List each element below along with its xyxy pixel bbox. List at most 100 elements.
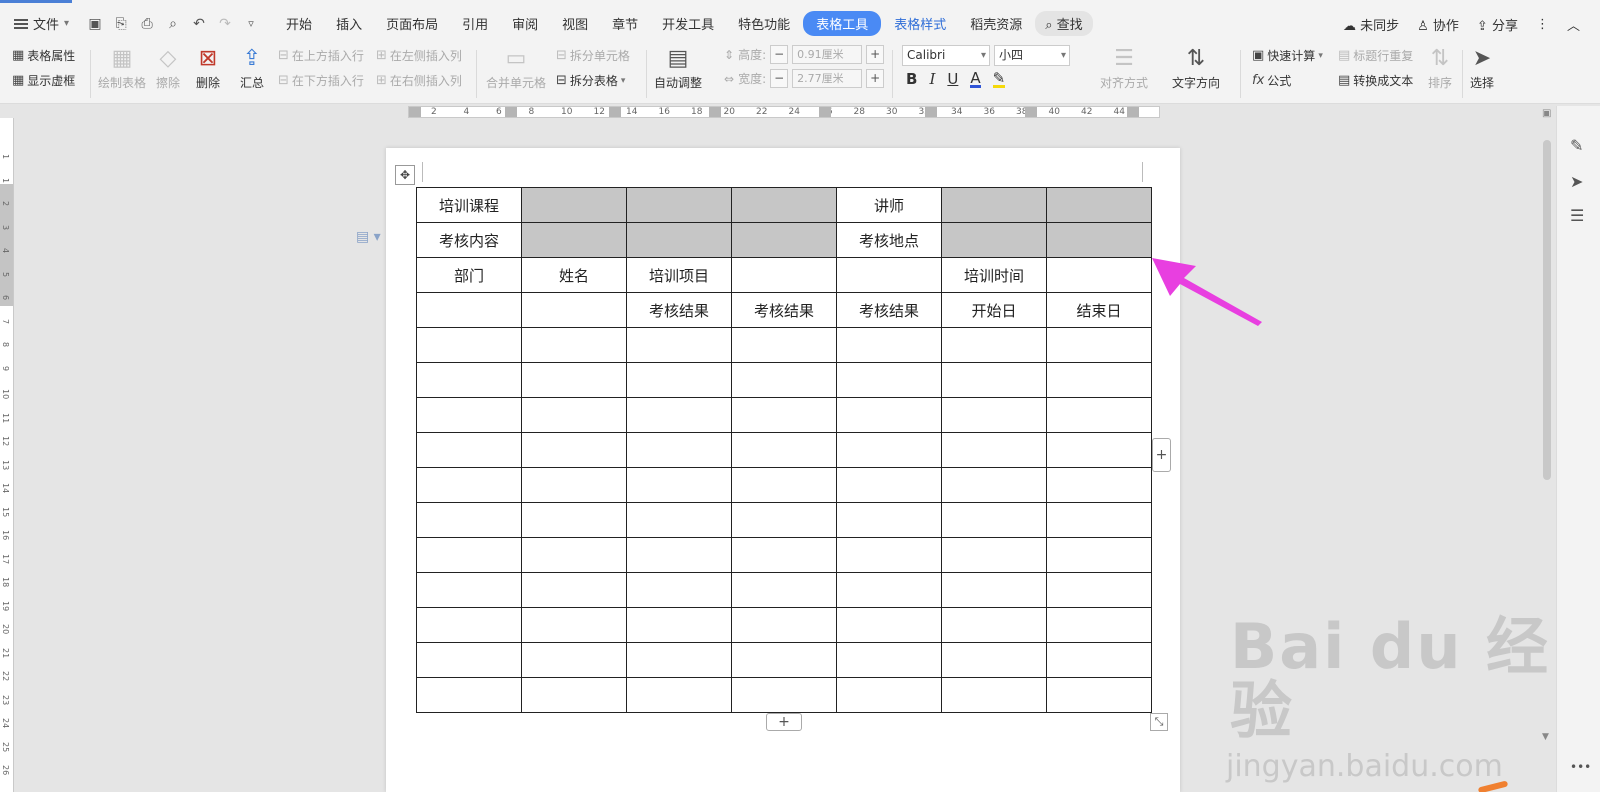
table-cell[interactable] xyxy=(416,607,522,643)
share-button[interactable]: ⇪ 分享 xyxy=(1477,15,1518,34)
table-cell[interactable] xyxy=(416,537,522,573)
table-cell[interactable] xyxy=(1046,642,1152,678)
draw-table-button[interactable]: ▦ 绘制表格 xyxy=(98,46,146,91)
formula-button[interactable]: fx 公式 xyxy=(1252,72,1291,89)
save-icon[interactable]: ▣ xyxy=(87,16,103,32)
table-cell[interactable]: 开始日 xyxy=(941,292,1047,328)
add-row-button[interactable]: + xyxy=(766,713,802,731)
settings-sliders-icon[interactable]: ☰ xyxy=(1570,206,1584,225)
tab-page-layout[interactable]: 页面布局 xyxy=(375,11,449,36)
insert-col-left-button[interactable]: ⊞ 在左侧插入列 xyxy=(376,47,462,64)
table-cell[interactable] xyxy=(731,572,837,608)
table-cell[interactable] xyxy=(731,642,837,678)
table-cell[interactable] xyxy=(1046,607,1152,643)
table-cell[interactable] xyxy=(836,572,942,608)
bold-button[interactable]: B xyxy=(906,70,917,88)
table-cell[interactable] xyxy=(626,362,732,398)
tab-references[interactable]: 引用 xyxy=(451,11,499,36)
table-cell[interactable] xyxy=(521,502,627,538)
highlight-icon[interactable]: ✎ xyxy=(992,70,1006,88)
ruler-column-marker[interactable] xyxy=(409,107,421,117)
row-height-decrease[interactable]: − xyxy=(770,45,789,64)
table-cell[interactable] xyxy=(626,222,732,258)
table-cell[interactable] xyxy=(836,537,942,573)
table-cell[interactable] xyxy=(731,187,837,223)
table-cell[interactable] xyxy=(521,677,627,713)
table-cell[interactable] xyxy=(731,397,837,433)
table-cell[interactable] xyxy=(416,292,522,328)
table-cell[interactable] xyxy=(941,502,1047,538)
table-cell[interactable]: 考核地点 xyxy=(836,222,942,258)
tab-developer[interactable]: 开发工具 xyxy=(651,11,725,36)
split-cells-button[interactable]: ⊟ 拆分单元格 xyxy=(556,47,630,64)
ruler-column-marker[interactable] xyxy=(709,107,721,117)
summary-button[interactable]: ⇪ 汇总 xyxy=(240,46,264,91)
erase-button[interactable]: ◇ 擦除 xyxy=(156,46,180,91)
table-cell[interactable] xyxy=(1046,327,1152,363)
redo-icon[interactable]: ↷ xyxy=(217,16,233,32)
table-cell[interactable] xyxy=(731,327,837,363)
insert-row-below-button[interactable]: ⊟ 在下方插入行 xyxy=(278,72,364,89)
auto-fit-button[interactable]: ▤ 自动调整 xyxy=(654,46,702,91)
table-cell[interactable] xyxy=(941,397,1047,433)
underline-button[interactable]: U xyxy=(947,70,958,88)
horizontal-ruler[interactable]: 2468101214161820222426283032343638404244 xyxy=(408,106,1160,118)
table-cell[interactable] xyxy=(626,537,732,573)
tab-table-style[interactable]: 表格样式 xyxy=(883,11,957,36)
repeat-header-button[interactable]: ▤ 标题行重复 xyxy=(1338,47,1413,64)
table-cell[interactable] xyxy=(416,397,522,433)
table-cell[interactable] xyxy=(521,187,627,223)
customize-icon[interactable]: ▿ xyxy=(243,17,259,30)
table-cell[interactable] xyxy=(941,327,1047,363)
table-cell[interactable]: 结束日 xyxy=(1046,292,1152,328)
table-cell[interactable] xyxy=(941,642,1047,678)
table-cell[interactable] xyxy=(521,362,627,398)
table-cell[interactable] xyxy=(836,397,942,433)
sync-button[interactable]: ☁ 未同步 xyxy=(1343,15,1399,34)
table-cell[interactable] xyxy=(836,467,942,503)
table-cell[interactable] xyxy=(731,432,837,468)
ruler-column-marker[interactable] xyxy=(1025,107,1037,117)
table-cell[interactable] xyxy=(626,397,732,433)
pointer-icon[interactable]: ➤ xyxy=(1570,172,1583,191)
table-cell[interactable] xyxy=(731,362,837,398)
table-cell[interactable] xyxy=(836,502,942,538)
format-painter-icon[interactable]: ⎘ xyxy=(113,16,129,32)
col-width-increase[interactable]: + xyxy=(866,69,885,88)
table-cell[interactable] xyxy=(521,607,627,643)
table-cell[interactable] xyxy=(941,187,1047,223)
table-cell[interactable] xyxy=(521,327,627,363)
table-cell[interactable] xyxy=(416,642,522,678)
tab-section[interactable]: 章节 xyxy=(601,11,649,36)
print-preview-icon[interactable]: ⌕ xyxy=(165,16,181,32)
table-cell[interactable] xyxy=(626,677,732,713)
scroll-up-icon[interactable]: ▣ xyxy=(1542,108,1551,119)
table-cell[interactable] xyxy=(626,187,732,223)
table-cell[interactable] xyxy=(731,537,837,573)
table-cell[interactable] xyxy=(941,362,1047,398)
delete-button[interactable]: ⊠ 删除 xyxy=(196,46,220,91)
table-cell[interactable] xyxy=(626,572,732,608)
insert-col-right-button[interactable]: ⊞ 在右侧插入列 xyxy=(376,72,462,89)
table-cell[interactable] xyxy=(416,362,522,398)
table-cell[interactable] xyxy=(626,502,732,538)
table-cell[interactable]: 培训项目 xyxy=(626,257,732,293)
table-cell[interactable]: 姓名 xyxy=(521,257,627,293)
search-button[interactable]: ⌕ 查找 xyxy=(1035,11,1093,36)
col-width-decrease[interactable]: − xyxy=(770,69,789,88)
table-properties-button[interactable]: ▦ 表格属性 xyxy=(12,47,75,64)
table-cell[interactable] xyxy=(731,607,837,643)
col-width-input[interactable]: 2.77厘米 xyxy=(792,69,863,88)
table-cell[interactable] xyxy=(836,327,942,363)
table-cell[interactable] xyxy=(416,572,522,608)
collab-button[interactable]: ♙ 协作 xyxy=(1417,15,1459,34)
document-outline-icon[interactable]: ▤ ▾ xyxy=(356,229,381,245)
row-height-increase[interactable]: + xyxy=(866,45,885,64)
table-cell[interactable] xyxy=(1046,397,1152,433)
table-cell[interactable]: 讲师 xyxy=(836,187,942,223)
table-cell[interactable] xyxy=(521,432,627,468)
table-cell[interactable] xyxy=(1046,572,1152,608)
table-cell[interactable] xyxy=(1046,502,1152,538)
table-cell[interactable] xyxy=(1046,467,1152,503)
tab-docer[interactable]: 稻壳资源 xyxy=(959,11,1033,36)
